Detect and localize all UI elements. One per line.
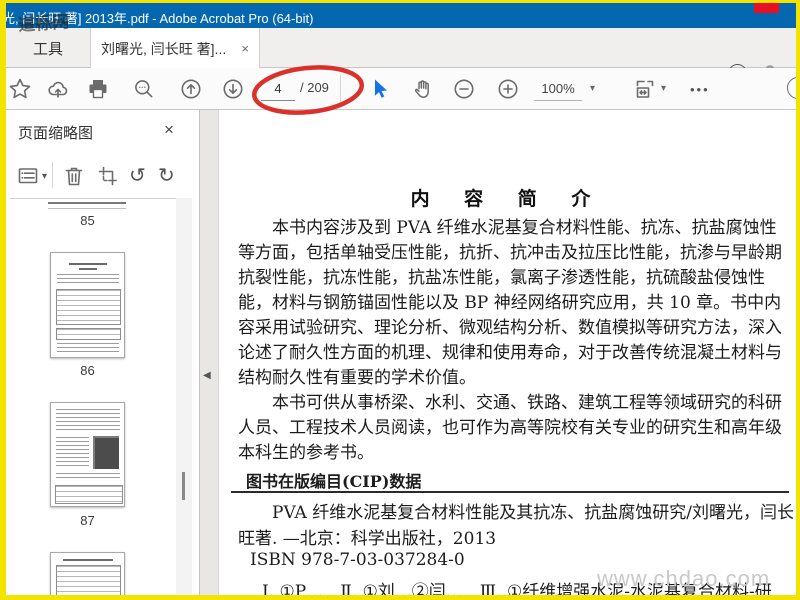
doc-line: 抗裂性能，抗冻性能，抗盐冻性能，氯离子渗透性能，抗硫酸盐侵蚀性: [238, 268, 765, 288]
doc-line: 能，材料与钢筋锚固性能以及 BP 神经网络研究应用，共 10 章。书中内: [238, 293, 782, 313]
thumb-decor: [69, 263, 107, 265]
cip-line: PVA 纤维水泥基复合材料性能及其抗冻、抗盐腐蚀研究/刘曙光，闫长: [272, 503, 794, 523]
zoom-out-icon[interactable]: [452, 77, 476, 101]
previous-page-icon[interactable]: [179, 77, 203, 101]
rotate-cw-icon[interactable]: ↻: [158, 164, 175, 186]
thumb-decor: [56, 328, 121, 340]
main-toolbar: 4 / 209 100% ▾ ▾ •••: [6, 65, 796, 115]
doc-line: 容采用试验研究、理论分析、微观结构分析、数值模拟等研究方法，深入: [238, 318, 782, 338]
page-number-input[interactable]: 4: [261, 78, 295, 101]
thumbnail-options-caret-icon[interactable]: ▾: [42, 171, 47, 182]
screenshot-frame: 光, 闫长旺 著] 2013年.pdf - Adobe Acrobat Pro …: [0, 0, 800, 600]
thumb-decor: [79, 268, 97, 270]
cip-rule: [231, 491, 789, 493]
page-fit-caret-icon[interactable]: ▾: [661, 83, 666, 94]
next-page-icon[interactable]: [221, 77, 245, 101]
cip-line: ISBN 978-7-03-037284-0: [250, 550, 465, 570]
watermark-top-left: 道栎网: [17, 12, 70, 36]
thumbnail-label-85: 85: [80, 213, 95, 228]
hand-tool-icon[interactable]: [411, 77, 435, 101]
cip-line: 究. Ⅳ. ①TB333: [238, 591, 365, 595]
tab-close-icon[interactable]: ×: [241, 41, 249, 56]
thumb-decor: [57, 343, 119, 354]
doc-line: 论述了耐久性方面的机理、规律和使用寿命，对于改善传统混凝土材料与: [238, 343, 782, 363]
rotate-ccw-icon[interactable]: ↺: [129, 164, 146, 186]
acrobat-window: 光, 闫长旺 著] 2013年.pdf - Adobe Acrobat Pro …: [6, 3, 796, 595]
thumb-decor: [63, 559, 113, 561]
thumbnail-options-icon[interactable]: [16, 164, 40, 188]
favorites-star-icon[interactable]: [8, 77, 32, 101]
thumb-decor: [55, 485, 123, 504]
watermark-bottom-right: www.chdao.com: [597, 566, 771, 591]
thumbnail-page-85[interactable]: [48, 202, 126, 209]
partial-tool-icon[interactable]: [787, 77, 796, 99]
zoom-caret-icon[interactable]: ▾: [590, 83, 595, 94]
doc-body: 本书内容涉及到 PVA 纤维水泥基复合材料性能、抗冻、抗盐腐蚀性 等方面，包括单…: [238, 216, 786, 466]
doc-line: 人员、工程技术人员阅读，也可作为高等院校有关专业的研究生和高年级: [238, 418, 782, 438]
panel-divider: [10, 198, 176, 199]
thumb-decor: [93, 436, 119, 469]
collapse-panel-icon[interactable]: ◀: [203, 370, 211, 381]
thumbnail-label-87: 87: [80, 513, 95, 528]
doc-line: 本书内容涉及到 PVA 纤维水泥基复合材料性能、抗冻、抗盐腐蚀性: [272, 218, 777, 238]
thumb-decor: [56, 289, 121, 325]
panel-title: 页面缩略图: [18, 125, 94, 142]
thumb-decor: [56, 437, 89, 469]
doc-line: 本书可供从事桥梁、水利、交通、铁路、建筑工程等领域研究的科研: [272, 393, 782, 413]
tab-document-label: 刘曙光, 闫长旺 著]...: [101, 40, 227, 57]
select-tool-cursor-icon[interactable]: [368, 77, 392, 101]
toolbar-separator: [340, 75, 341, 103]
doc-line: 等方面，包括单轴受压性能，抗折、抗冲击及拉压比性能，抗渗与早龄期: [238, 243, 782, 263]
tab-document[interactable]: 刘曙光, 闫长旺 著]... ×: [90, 28, 260, 69]
more-tools-icon[interactable]: •••: [690, 82, 710, 97]
thumb-decor: [57, 274, 119, 285]
zoom-in-icon[interactable]: [496, 77, 520, 101]
thumbnail-page-87[interactable]: [50, 402, 125, 507]
doc-section-title: 内 容 简 介: [410, 188, 605, 210]
thumb-decor: [56, 565, 121, 595]
thumbnail-label-86: 86: [80, 363, 95, 378]
crop-pages-icon[interactable]: [96, 164, 120, 188]
delete-pages-icon[interactable]: [62, 164, 86, 188]
page-thumbnails-panel: 页面缩略图 × ▾ ↺ ↻ 85 86 87: [6, 110, 200, 595]
cip-line: 旺著. —北京：科学出版社，2013: [238, 529, 497, 549]
panel-toolbar-separator: [52, 162, 53, 188]
cip-header: 图书在版编目(CIP)数据: [246, 472, 422, 491]
cloud-upload-icon[interactable]: [46, 77, 70, 101]
pdf-page: 内 容 简 介 本书内容涉及到 PVA 纤维水泥基复合材料性能、抗冻、抗盐腐蚀性…: [218, 110, 796, 595]
thumbnail-page-88[interactable]: [50, 552, 125, 595]
panel-close-icon[interactable]: ×: [164, 120, 174, 140]
print-icon[interactable]: [86, 77, 110, 101]
tab-bar: 工具 刘曙光, 闫长旺 著]... × ?: [6, 28, 796, 83]
doc-line: 本科生的参考书。: [238, 443, 374, 463]
page-total-label: / 209: [300, 80, 329, 95]
thumbnail-page-86[interactable]: [50, 252, 125, 358]
tab-tools-label: 工具: [32, 40, 63, 58]
thumb-decor: [56, 473, 120, 481]
panel-scrollbar-thumb[interactable]: [182, 472, 185, 500]
window-close-button[interactable]: [754, 3, 779, 13]
thumb-decor: [56, 409, 120, 433]
doc-line: 结构耐久性有重要的学术价值。: [238, 368, 476, 388]
zoom-level-input[interactable]: 100%: [534, 78, 582, 101]
panel-scrollbar[interactable]: [176, 198, 192, 594]
page-fit-icon[interactable]: [633, 77, 657, 101]
content-area: 页面缩略图 × ▾ ↺ ↻ 85 86 87 ◀ 内 容 简 介 本书内容涉及到…: [6, 110, 796, 595]
search-icon[interactable]: [132, 77, 156, 101]
title-bar: 光, 闫长旺 著] 2013年.pdf - Adobe Acrobat Pro …: [6, 3, 796, 28]
